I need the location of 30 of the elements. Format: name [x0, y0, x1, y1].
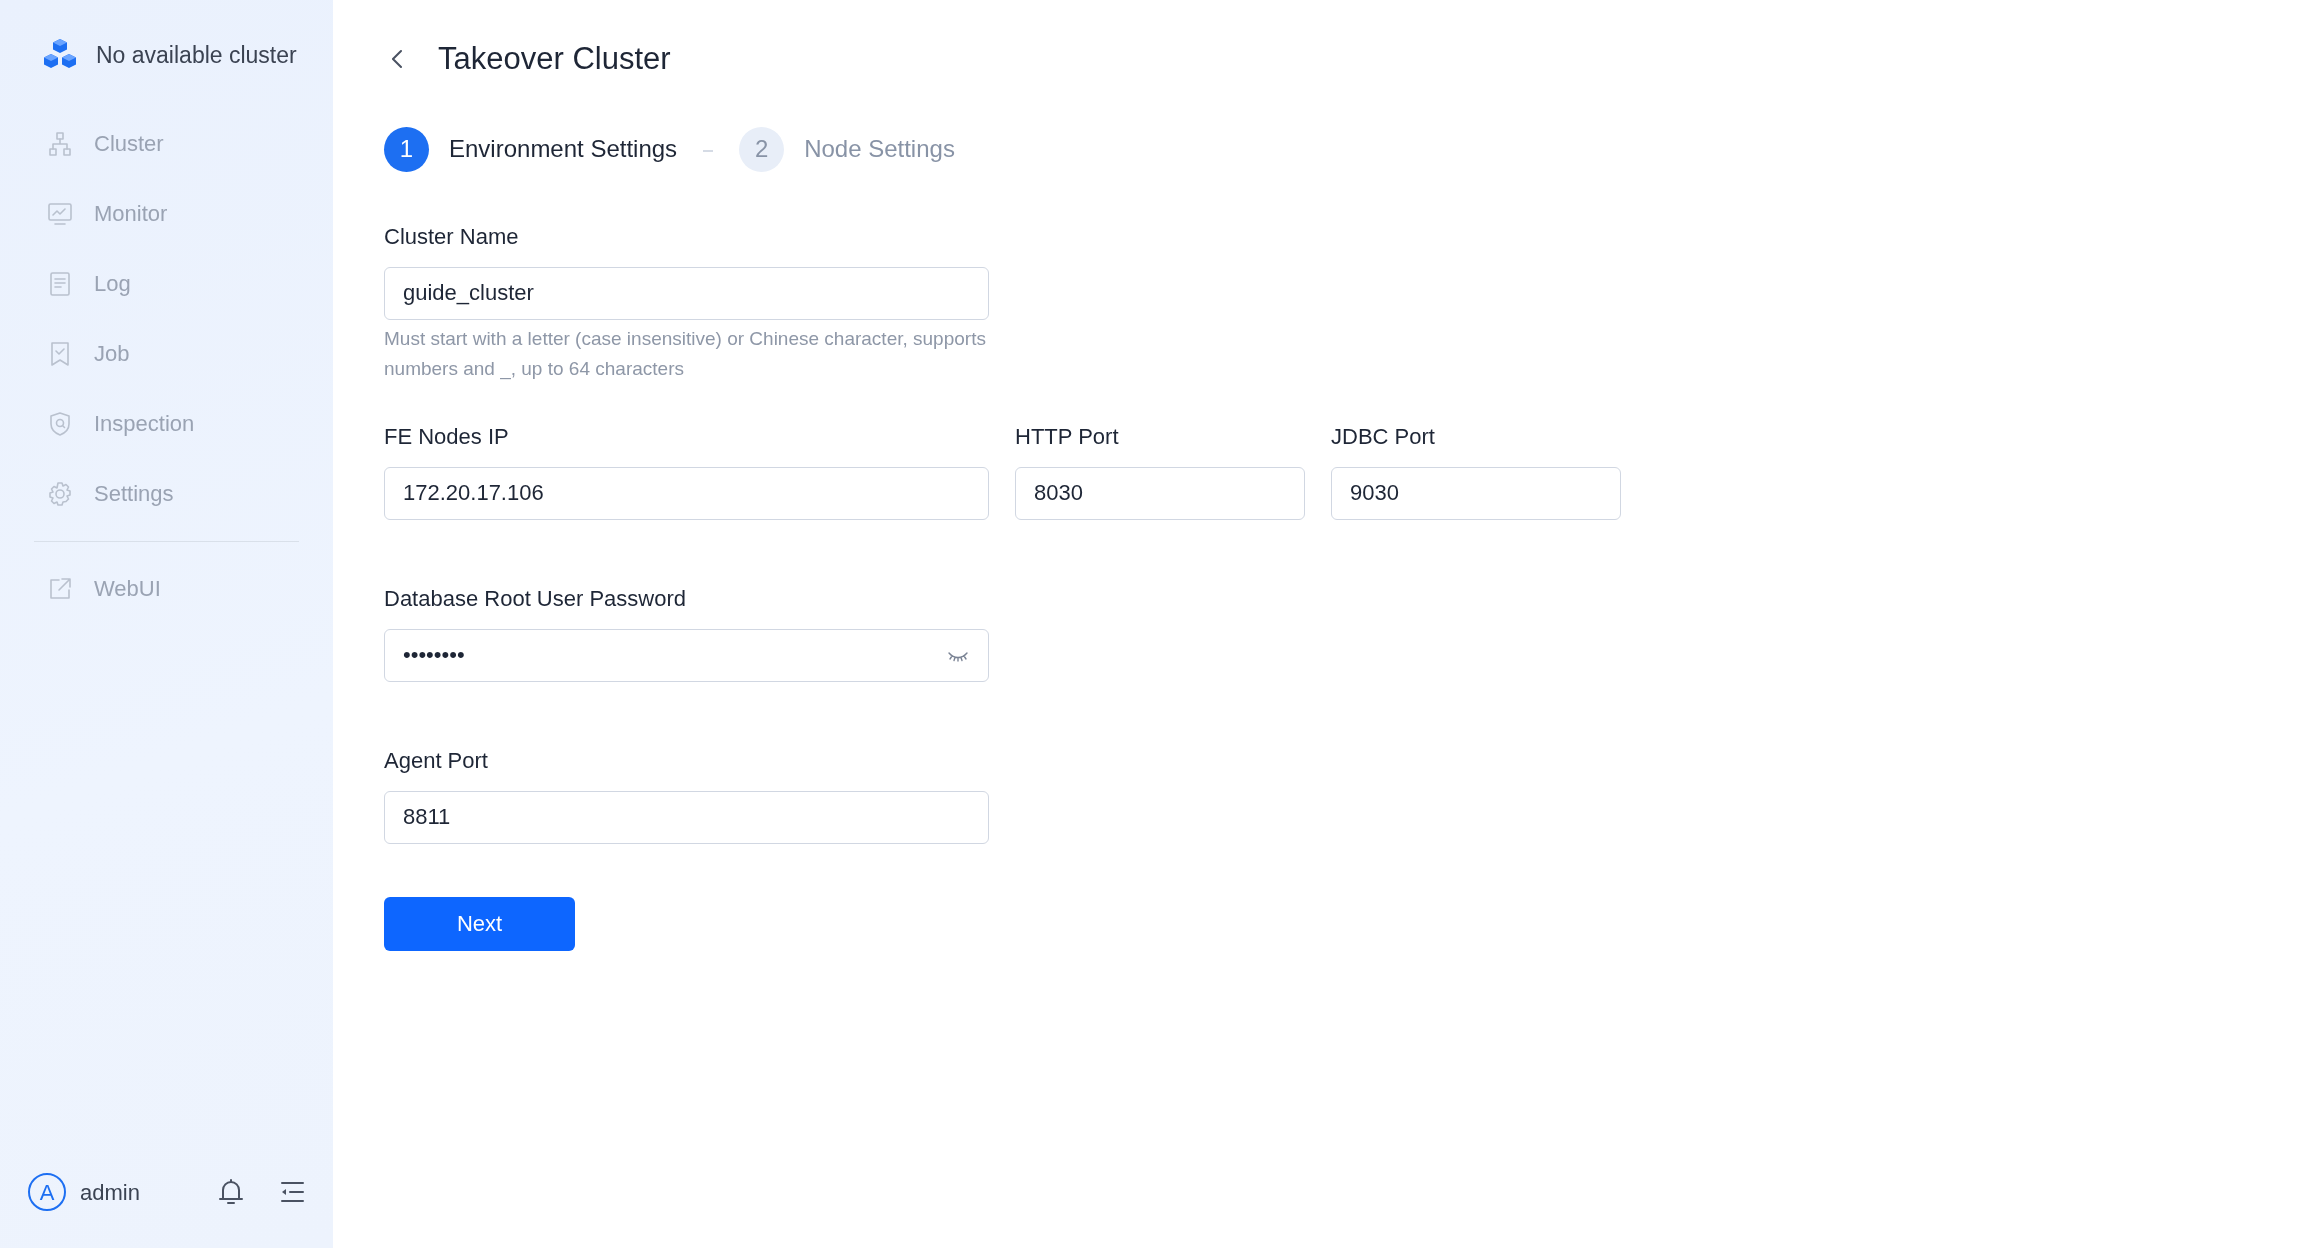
- field-label: Cluster Name: [384, 222, 520, 251]
- field-label: JDBC Port: [1331, 422, 1436, 451]
- network-icon: [46, 129, 74, 158]
- step-label: Environment Settings: [449, 134, 678, 164]
- back-button[interactable]: [392, 49, 404, 70]
- input-field[interactable]: 9030: [1331, 466, 1621, 520]
- input-field[interactable]: 172.20.17.106: [384, 466, 989, 520]
- input-field[interactable]: guide_cluster: [384, 266, 989, 320]
- settings-icon: [46, 479, 74, 508]
- input-field[interactable]: 8811: [384, 790, 989, 844]
- help-text: Must start with a letter (case insensitive) or Chinese character, supports numbers and _, up to 64 characters: [384, 326, 987, 382]
- step-number: 1: [384, 126, 429, 172]
- cluster-selector[interactable]: No available cluster: [96, 38, 297, 73]
- page-title: Takeover Cluster: [438, 40, 671, 78]
- step-number: 2: [739, 126, 785, 172]
- password-field[interactable]: ••••••••: [384, 628, 989, 682]
- user-avatar[interactable]: A: [28, 1173, 66, 1211]
- next-button[interactable]: Next: [384, 896, 575, 951]
- chevron-left-icon: [392, 49, 404, 70]
- menu-icon: [279, 1180, 305, 1204]
- input-field[interactable]: 8030: [1015, 466, 1305, 520]
- field-label: Agent Port: [384, 746, 489, 775]
- notification-button[interactable]: [217, 1177, 245, 1207]
- collapse-menu-button[interactable]: [279, 1180, 305, 1204]
- bell-icon: [217, 1177, 245, 1207]
- field-label: HTTP Port: [1015, 422, 1120, 451]
- step-label: Node Settings: [804, 134, 955, 164]
- user-name: admin: [80, 1178, 140, 1207]
- field-label: Database Root User Password: [384, 584, 688, 613]
- field-label: FE Nodes IP: [384, 422, 510, 451]
